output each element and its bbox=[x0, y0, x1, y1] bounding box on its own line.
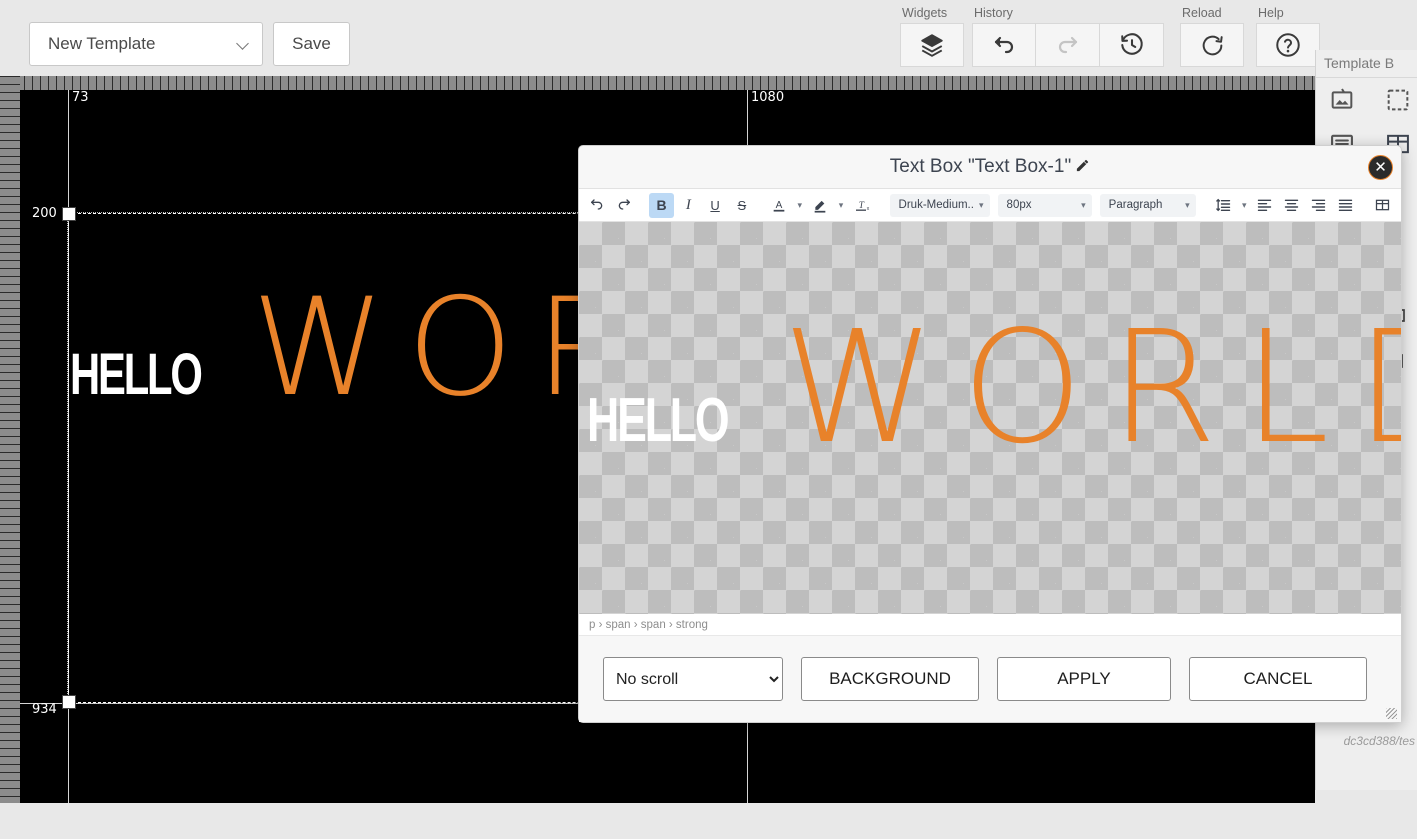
align-center-icon[interactable] bbox=[1279, 193, 1304, 218]
font-size-chevron-down-icon: ▾ bbox=[1081, 200, 1086, 211]
font-family-chevron-down-icon: ▾ bbox=[979, 200, 984, 211]
canvas-word-hello: HELLO bbox=[70, 346, 201, 404]
vertical-ruler[interactable] bbox=[0, 76, 20, 803]
highlight-chevron-down-icon[interactable]: ▾ bbox=[835, 200, 847, 211]
italic-icon[interactable]: I bbox=[676, 193, 701, 218]
widgets-group: Widgets bbox=[900, 6, 964, 67]
bold-icon[interactable]: B bbox=[649, 193, 674, 218]
text-box-dialog: Text Box "Text Box-1" ✕ B I U S A ▾ bbox=[578, 145, 1402, 723]
pencil-icon[interactable] bbox=[1075, 158, 1090, 177]
horizontal-ruler[interactable] bbox=[0, 76, 1315, 90]
block-format-value: Paragraph bbox=[1109, 199, 1180, 211]
rich-text-toolbar: B I U S A ▾ ▾ Tx Druk-Medium.... ▾ 80px bbox=[579, 189, 1401, 222]
dialog-header: Text Box "Text Box-1" ✕ bbox=[579, 146, 1401, 189]
editor-word-hello: HELLO bbox=[587, 390, 727, 452]
template-select-value: New Template bbox=[48, 34, 238, 54]
help-group-label: Help bbox=[1256, 6, 1320, 20]
scroll-mode-select[interactable]: No scroll bbox=[603, 657, 783, 701]
align-left-icon[interactable] bbox=[1252, 193, 1277, 218]
editor-redo-button[interactable] bbox=[612, 193, 637, 218]
guide-label-y-bottom: 934 bbox=[32, 702, 57, 717]
underline-icon[interactable]: U bbox=[703, 193, 728, 218]
history-group: History bbox=[972, 6, 1164, 67]
guide-label-x-right: 1080 bbox=[751, 90, 784, 105]
save-button[interactable]: Save bbox=[273, 22, 350, 66]
guide-label-x-left: 73 bbox=[72, 90, 89, 105]
svg-text:A: A bbox=[776, 200, 783, 211]
sidebar-footer-path: dc3cd388/tes bbox=[1344, 734, 1415, 748]
help-group: Help bbox=[1256, 6, 1320, 67]
top-toolbar: New Template Save Widgets History bbox=[0, 0, 1417, 76]
table-icon[interactable] bbox=[1370, 193, 1395, 218]
widgets-button[interactable] bbox=[900, 23, 964, 67]
help-circle-icon bbox=[1274, 31, 1302, 59]
block-format-select[interactable]: Paragraph ▾ bbox=[1100, 194, 1196, 217]
align-right-icon[interactable] bbox=[1306, 193, 1331, 218]
reload-group-label: Reload bbox=[1180, 6, 1244, 20]
close-icon[interactable]: ✕ bbox=[1368, 155, 1393, 180]
svg-text:x: x bbox=[866, 206, 869, 212]
history-button[interactable] bbox=[1100, 23, 1164, 67]
editor-undo-button[interactable] bbox=[585, 193, 610, 218]
text-color-chevron-down-icon[interactable]: ▾ bbox=[794, 200, 806, 211]
resize-handle-top-left[interactable] bbox=[62, 207, 76, 221]
apply-button[interactable]: APPLY bbox=[997, 657, 1171, 701]
resize-handle-bottom-left[interactable] bbox=[62, 695, 76, 709]
font-size-value: 80px bbox=[1007, 199, 1076, 211]
guide-label-y-top: 200 bbox=[32, 206, 57, 221]
editor-word-world: WORLD bbox=[782, 310, 1401, 465]
font-family-value: Druk-Medium.... bbox=[899, 199, 973, 211]
strikethrough-icon[interactable]: S bbox=[729, 193, 754, 218]
highlight-pen-icon[interactable] bbox=[808, 193, 833, 218]
reload-icon bbox=[1200, 33, 1225, 58]
block-format-chevron-down-icon: ▾ bbox=[1185, 200, 1190, 211]
layers-icon bbox=[919, 32, 945, 58]
image-crop-icon[interactable] bbox=[1384, 86, 1414, 116]
text-color-icon[interactable]: A bbox=[767, 193, 792, 218]
template-editor-app: New Template Save Widgets History bbox=[0, 0, 1417, 839]
reload-group: Reload bbox=[1180, 6, 1244, 67]
chevron-down-icon bbox=[238, 38, 250, 50]
editor-text-content[interactable]: HELLO WORLD bbox=[587, 310, 1401, 465]
undo-button[interactable] bbox=[972, 23, 1036, 67]
history-group-label: History bbox=[972, 6, 1164, 20]
widgets-group-label: Widgets bbox=[900, 6, 964, 20]
background-button[interactable]: BACKGROUND bbox=[801, 657, 979, 701]
history-clock-icon bbox=[1119, 32, 1145, 58]
redo-button[interactable] bbox=[1036, 23, 1100, 67]
help-button[interactable] bbox=[1256, 23, 1320, 67]
dialog-title: Text Box "Text Box-1" bbox=[890, 156, 1071, 178]
undo-icon bbox=[992, 33, 1016, 57]
dialog-footer: No scroll BACKGROUND APPLY CANCEL bbox=[579, 636, 1401, 722]
cancel-button[interactable]: CANCEL bbox=[1189, 657, 1367, 701]
font-size-select[interactable]: 80px ▾ bbox=[998, 194, 1092, 217]
sidebar-title: Template B bbox=[1316, 50, 1417, 78]
image-frame-icon[interactable] bbox=[1328, 86, 1358, 116]
font-family-select[interactable]: Druk-Medium.... ▾ bbox=[890, 194, 990, 217]
dialog-resize-grip[interactable] bbox=[1386, 708, 1397, 719]
rich-text-editor-area[interactable]: HELLO WORLD bbox=[579, 222, 1401, 614]
line-height-icon[interactable] bbox=[1211, 193, 1236, 218]
reload-button[interactable] bbox=[1180, 23, 1244, 67]
line-height-chevron-down-icon[interactable]: ▾ bbox=[1238, 200, 1250, 211]
clear-formatting-icon[interactable]: Tx bbox=[849, 193, 874, 218]
redo-icon bbox=[1056, 33, 1080, 57]
template-select[interactable]: New Template bbox=[29, 22, 263, 66]
element-path-breadcrumb: p › span › span › strong bbox=[579, 614, 1401, 636]
align-justify-icon[interactable] bbox=[1333, 193, 1358, 218]
